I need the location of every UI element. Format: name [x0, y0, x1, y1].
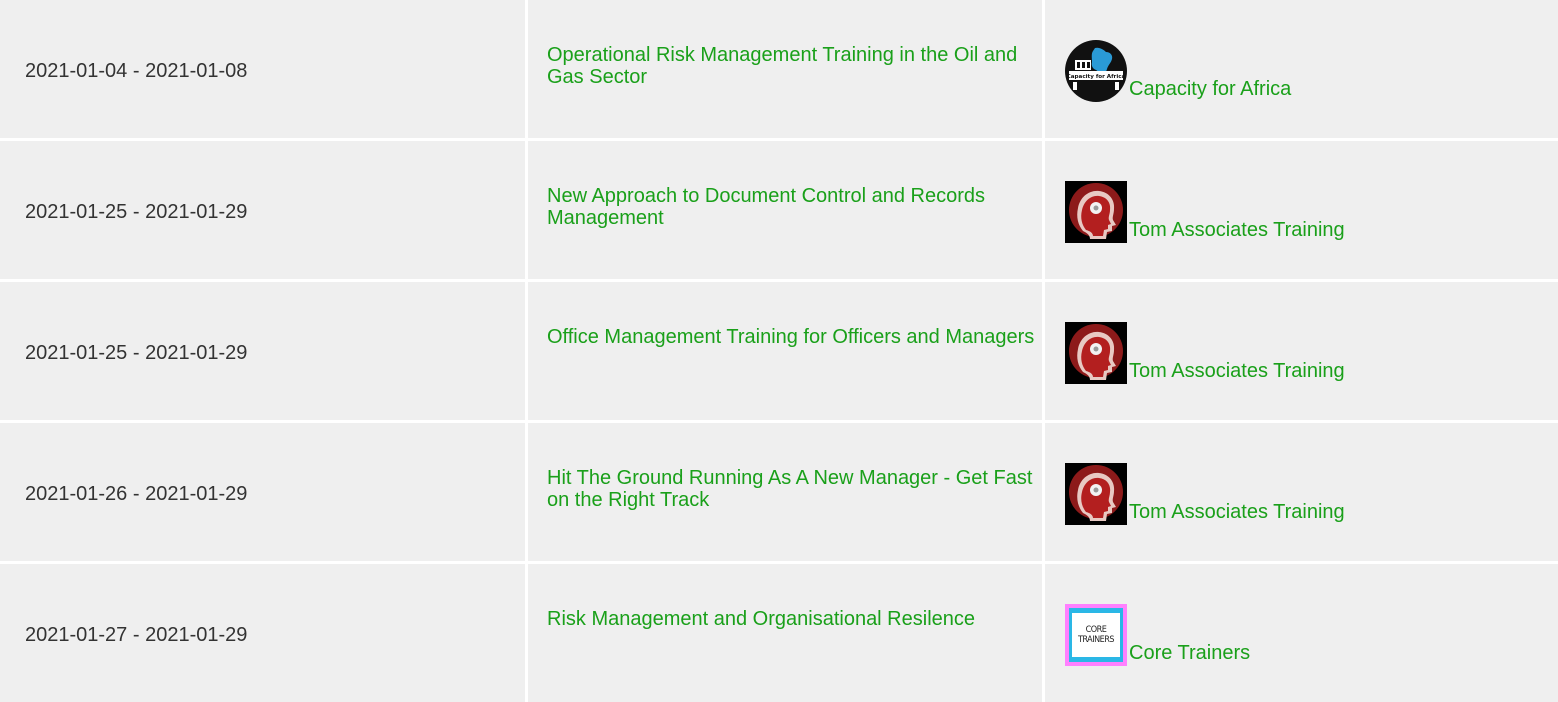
- provider-link[interactable]: Tom Associates Training: [1065, 179, 1345, 243]
- course-cell: Operational Risk Management Training in …: [528, 0, 1042, 138]
- date-cell: 2021-01-25 - 2021-01-29: [0, 141, 525, 279]
- event-date: 2021-01-25 - 2021-01-29: [25, 342, 248, 364]
- event-date: 2021-01-25 - 2021-01-29: [25, 201, 248, 223]
- provider-name[interactable]: Tom Associates Training: [1129, 360, 1345, 382]
- date-cell: 2021-01-26 - 2021-01-29: [0, 423, 525, 561]
- core-logo-line: TRAINERS: [1077, 635, 1115, 645]
- date-cell: 2021-01-04 - 2021-01-08: [0, 0, 525, 138]
- provider-cell: Tom Associates Training: [1045, 282, 1558, 420]
- course-link[interactable]: Office Management Training for Officers …: [547, 326, 1037, 348]
- provider-cell: Tom Associates Training: [1045, 141, 1558, 279]
- provider-link[interactable]: CORE TRAINERS Core Trainers: [1065, 602, 1250, 666]
- provider-cell: Capacity for Africa Capacity for Africa: [1045, 0, 1558, 138]
- table-row: 2021-01-04 - 2021-01-08 Operational Risk…: [0, 0, 1558, 138]
- event-date: 2021-01-04 - 2021-01-08: [25, 60, 248, 82]
- course-link[interactable]: Hit The Ground Running As A New Manager …: [547, 467, 1037, 511]
- event-date: 2021-01-27 - 2021-01-29: [25, 624, 248, 646]
- table-row: 2021-01-26 - 2021-01-29 Hit The Ground R…: [0, 423, 1558, 561]
- event-date: 2021-01-26 - 2021-01-29: [25, 483, 248, 505]
- core-logo-line: CORE: [1085, 625, 1107, 635]
- core-trainers-logo[interactable]: CORE TRAINERS: [1065, 604, 1127, 666]
- provider-link[interactable]: Tom Associates Training: [1065, 320, 1345, 384]
- course-link[interactable]: Risk Management and Organisational Resil…: [547, 608, 1037, 630]
- tom-associates-logo[interactable]: [1065, 181, 1127, 243]
- course-link[interactable]: New Approach to Document Control and Rec…: [547, 185, 1037, 229]
- provider-name[interactable]: Capacity for Africa: [1129, 78, 1291, 100]
- table-row: 2021-01-25 - 2021-01-29 New Approach to …: [0, 141, 1558, 279]
- tom-associates-logo[interactable]: [1065, 322, 1127, 384]
- table-row: 2021-01-27 - 2021-01-29 Risk Management …: [0, 564, 1558, 702]
- course-cell: Hit The Ground Running As A New Manager …: [528, 423, 1042, 561]
- capacity-for-africa-logo[interactable]: Capacity for Africa: [1065, 40, 1127, 102]
- tom-associates-logo[interactable]: [1065, 463, 1127, 525]
- table-row: 2021-01-25 - 2021-01-29 Office Managemen…: [0, 282, 1558, 420]
- provider-link[interactable]: Tom Associates Training: [1065, 461, 1345, 525]
- provider-name[interactable]: Tom Associates Training: [1129, 219, 1345, 241]
- provider-cell: Tom Associates Training: [1045, 423, 1558, 561]
- provider-name[interactable]: Core Trainers: [1129, 642, 1250, 664]
- core-logo-text: CORE TRAINERS: [1072, 613, 1120, 657]
- provider-cell: CORE TRAINERS Core Trainers: [1045, 564, 1558, 702]
- course-link[interactable]: Operational Risk Management Training in …: [547, 44, 1037, 88]
- provider-name[interactable]: Tom Associates Training: [1129, 501, 1345, 523]
- date-cell: 2021-01-27 - 2021-01-29: [0, 564, 525, 702]
- date-cell: 2021-01-25 - 2021-01-29: [0, 282, 525, 420]
- capacity-logo-text: Capacity for Africa: [1067, 74, 1126, 80]
- events-table: 2021-01-04 - 2021-01-08 Operational Risk…: [0, 0, 1558, 702]
- provider-link[interactable]: Capacity for Africa Capacity for Africa: [1065, 38, 1291, 102]
- course-cell: Risk Management and Organisational Resil…: [528, 564, 1042, 702]
- course-cell: New Approach to Document Control and Rec…: [528, 141, 1042, 279]
- course-cell: Office Management Training for Officers …: [528, 282, 1042, 420]
